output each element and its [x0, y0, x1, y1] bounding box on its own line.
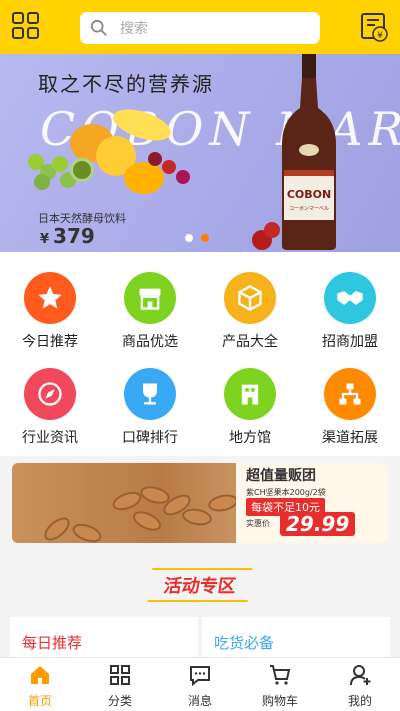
bottle-sub: コーボンマーベル	[289, 205, 329, 212]
carousel-dot-active[interactable]	[201, 234, 209, 242]
tab-category[interactable]: 分类	[80, 658, 160, 711]
handshake-icon	[324, 272, 376, 324]
banner-currency: ¥	[40, 232, 50, 247]
activity-card-label: 吃货必备	[214, 634, 275, 652]
cart-icon	[270, 665, 291, 685]
message-icon	[190, 666, 210, 687]
category-label: 今日推荐	[22, 334, 78, 350]
search-icon	[90, 19, 107, 36]
banner-price: ¥379	[40, 224, 95, 248]
hierarchy-icon	[324, 368, 376, 420]
tab-label: 我的	[347, 694, 372, 708]
category-label: 商品优选	[122, 334, 178, 350]
user-icon	[350, 665, 371, 686]
category-item[interactable]: 商品优选	[100, 272, 200, 351]
category-item[interactable]: 今日推荐	[0, 272, 100, 351]
category-item[interactable]: 口碑排行	[100, 368, 200, 447]
promo-title: 超值量贩团	[246, 468, 316, 484]
activity-card-label: 每日推荐	[22, 634, 83, 652]
tab-label: 消息	[187, 694, 212, 708]
category-label: 行业资讯	[22, 430, 78, 446]
category-label: 产品大全	[222, 334, 278, 350]
box-icon	[224, 272, 276, 324]
compass-icon	[24, 368, 76, 420]
bottle-brand: COBON	[287, 188, 331, 201]
carousel-dots	[185, 234, 209, 242]
banner-tagline: 取之不尽的营养源	[38, 72, 214, 96]
tab-label: 购物车	[261, 694, 298, 708]
activity-title-text: 活动专区	[147, 568, 253, 602]
category-item[interactable]: 渠道拓展	[300, 368, 400, 447]
tab-messages[interactable]: 消息	[160, 658, 240, 711]
trophy-icon	[124, 368, 176, 420]
category-label: 渠道拓展	[322, 430, 378, 446]
activity-section-title: 活动专区	[0, 568, 400, 602]
star-icon	[24, 272, 76, 324]
promo-price-label: 实惠价	[246, 519, 270, 528]
home-icon	[31, 666, 49, 684]
category-label: 口碑排行	[122, 430, 178, 446]
tab-cart[interactable]: 购物车	[240, 658, 320, 711]
search-input[interactable]: 搜索	[80, 12, 320, 44]
search-placeholder: 搜索	[120, 21, 148, 37]
promo-banner[interactable]: 超值量贩团 紫CH坚果本200g/2袋 每袋不足10元 实惠价 29.99	[12, 463, 388, 543]
bottle-image: COBON コーボンマーベル	[282, 54, 336, 250]
invoice-icon[interactable]: ¥	[360, 12, 388, 42]
building-icon	[224, 368, 276, 420]
category-grid: 今日推荐 商品优选 产品大全 招商加盟 行业资讯 口碑排行 地方馆 渠道拓展	[0, 252, 400, 456]
tab-label: 分类	[107, 694, 132, 708]
carousel-dot[interactable]	[185, 234, 193, 242]
hero-banner[interactable]: 取之不尽的营养源 COBON MARVEL 日本天然酵母饮料 ¥379 COBO…	[0, 54, 400, 252]
banner-price-value: 379	[53, 224, 95, 248]
store-icon	[124, 272, 176, 324]
tab-profile[interactable]: 我的	[320, 658, 400, 711]
bottom-tab-bar: 首页 分类 消息 购物车 我的	[0, 657, 400, 711]
category-item[interactable]: 行业资讯	[0, 368, 100, 447]
promo-line1: 紫CH坚果本200g/2袋	[246, 488, 326, 497]
category-label: 地方馆	[229, 430, 271, 446]
category-item[interactable]: 产品大全	[200, 272, 300, 351]
tab-label: 首页	[27, 694, 52, 708]
cherry-decoration	[264, 222, 280, 238]
promo-text-panel: 超值量贩团 紫CH坚果本200g/2袋 每袋不足10元 实惠价 29.99	[236, 463, 388, 543]
category-item[interactable]: 地方馆	[200, 368, 300, 447]
grid-menu-icon[interactable]	[12, 12, 40, 40]
promo-price: 29.99	[280, 512, 356, 536]
category-item[interactable]: 招商加盟	[300, 272, 400, 351]
category-label: 招商加盟	[322, 334, 378, 350]
header: 搜索 ¥	[0, 0, 400, 54]
category-icon	[110, 665, 130, 685]
tab-home[interactable]: 首页	[0, 658, 80, 711]
svg-text:¥: ¥	[377, 31, 383, 41]
